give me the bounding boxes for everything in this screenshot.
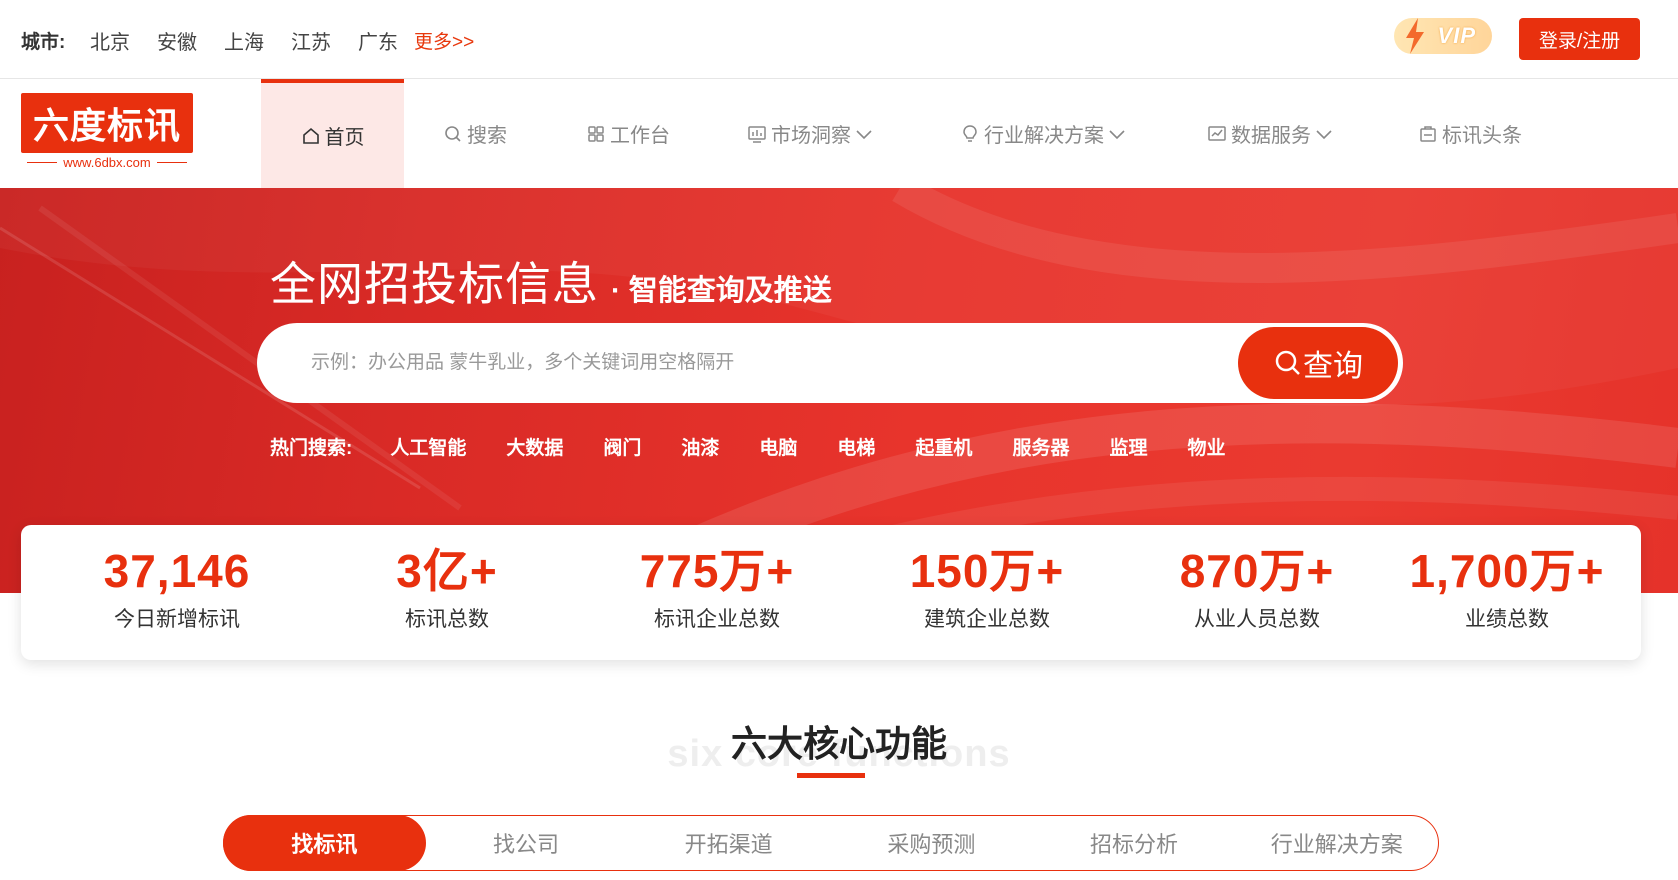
search-button-label: 查询 bbox=[1303, 350, 1363, 383]
hero-title-main: 全网招投标信息 bbox=[270, 258, 599, 310]
chart-icon bbox=[1208, 125, 1226, 141]
top-bar: 城市: 北京 安徽 上海 江苏 广东 更多>> VIP 登录/注册 bbox=[0, 0, 1678, 79]
search-icon bbox=[1275, 350, 1300, 375]
stat-item: 775万+ 标讯企业总数 bbox=[582, 543, 852, 633]
hero-title-sub: · 智能查询及推送 bbox=[611, 275, 832, 307]
stat-item: 870万+ 从业人员总数 bbox=[1122, 543, 1392, 633]
hot-keyword[interactable]: 油漆 bbox=[681, 433, 719, 460]
search-icon bbox=[445, 125, 461, 142]
stat-item: 1,700万+ 业绩总数 bbox=[1372, 543, 1642, 633]
tab-industry-solutions[interactable]: 行业解决方案 bbox=[1235, 816, 1438, 870]
hot-keyword[interactable]: 人工智能 bbox=[390, 433, 466, 460]
city-link-shanghai[interactable]: 上海 bbox=[224, 26, 264, 55]
stat-value: 3亿+ bbox=[396, 545, 498, 597]
city-list: 北京 安徽 上海 江苏 广东 bbox=[90, 26, 425, 55]
section-title-underline bbox=[797, 773, 865, 778]
nav-label-workbench: 工作台 bbox=[610, 125, 670, 147]
tab-procurement-forecast[interactable]: 采购预测 bbox=[830, 816, 1033, 870]
logo-mark: 六度标讯 bbox=[21, 93, 193, 153]
nav-label-home: 首页 bbox=[324, 127, 365, 149]
hot-keyword[interactable]: 服务器 bbox=[1012, 433, 1069, 460]
stat-item: 150万+ 建筑企业总数 bbox=[852, 543, 1122, 633]
stat-label: 业绩总数 bbox=[1465, 608, 1549, 631]
hot-keyword[interactable]: 监理 bbox=[1109, 433, 1147, 460]
logo-url: www.6dbx.com bbox=[21, 155, 193, 170]
city-link-guangdong[interactable]: 广东 bbox=[358, 26, 398, 55]
bulb-icon bbox=[963, 124, 977, 142]
login-register-button[interactable]: 登录/注册 bbox=[1519, 18, 1640, 60]
stat-value: 1,700万+ bbox=[1409, 545, 1605, 597]
search-button[interactable]: 查询 bbox=[1238, 327, 1398, 399]
feature-tabs: 找标讯 找公司 开拓渠道 采购预测 招标分析 行业解决方案 bbox=[223, 815, 1439, 871]
hero-title: 全网招投标信息 · 智能查询及推送 bbox=[270, 248, 832, 314]
stat-label: 标讯总数 bbox=[405, 608, 489, 631]
nav-item-search[interactable]: 搜索 bbox=[443, 79, 507, 188]
nav-label-search: 搜索 bbox=[467, 125, 507, 147]
section-title: 六大核心功能 bbox=[730, 723, 947, 764]
tab-bid-analysis[interactable]: 招标分析 bbox=[1033, 816, 1236, 870]
city-link-jiangsu[interactable]: 江苏 bbox=[291, 26, 331, 55]
tab-channels[interactable]: 开拓渠道 bbox=[627, 816, 830, 870]
home-icon bbox=[302, 127, 319, 144]
tab-find-companies[interactable]: 找公司 bbox=[425, 816, 628, 870]
chevron-down-icon bbox=[856, 129, 872, 139]
city-label: 城市: bbox=[21, 32, 66, 53]
stat-label: 建筑企业总数 bbox=[924, 608, 1050, 631]
hot-keyword[interactable]: 电梯 bbox=[837, 433, 875, 460]
main-nav: 六度标讯 www.6dbx.com 首页 搜索 工作台 市场洞察 行业解决方案 … bbox=[0, 79, 1678, 188]
stat-item: 37,146 今日新增标讯 bbox=[42, 543, 312, 633]
chevron-down-icon bbox=[1109, 129, 1125, 139]
nav-label-market-insight: 市场洞察 bbox=[771, 125, 851, 147]
stat-label: 标讯企业总数 bbox=[654, 608, 780, 631]
hot-searches: 热门搜索: 人工智能 大数据 阀门 油漆 电脑 电梯 起重机 服务器 监理 物业 bbox=[270, 433, 1265, 460]
stat-value: 775万+ bbox=[639, 545, 795, 597]
stat-value: 870万+ bbox=[1179, 545, 1335, 597]
nav-label-headlines: 标讯头条 bbox=[1442, 125, 1522, 147]
stat-value: 150万+ bbox=[909, 545, 1065, 597]
nav-item-headlines[interactable]: 标讯头条 bbox=[1418, 79, 1522, 188]
hot-keyword[interactable]: 起重机 bbox=[915, 433, 972, 460]
grid-icon bbox=[588, 125, 604, 142]
city-link-beijing[interactable]: 北京 bbox=[90, 26, 130, 55]
hot-keyword[interactable]: 大数据 bbox=[506, 433, 563, 460]
chevron-down-icon bbox=[1316, 129, 1332, 139]
site-logo[interactable]: 六度标讯 www.6dbx.com bbox=[21, 93, 193, 175]
search-input[interactable] bbox=[311, 323, 1171, 403]
hot-keyword[interactable]: 物业 bbox=[1187, 433, 1225, 460]
lightning-icon bbox=[1406, 18, 1424, 54]
nav-item-market-insight[interactable]: 市场洞察 bbox=[747, 79, 877, 188]
stat-label: 今日新增标讯 bbox=[114, 608, 240, 631]
logo-text: 六度标讯 bbox=[32, 106, 181, 147]
tab-find-bids[interactable]: 找标讯 bbox=[223, 815, 426, 871]
nav-item-industry-solutions[interactable]: 行业解决方案 bbox=[960, 79, 1130, 188]
hot-keyword[interactable]: 电脑 bbox=[759, 433, 797, 460]
nav-item-data-services[interactable]: 数据服务 bbox=[1207, 79, 1337, 188]
hot-search-label: 热门搜索: bbox=[270, 438, 353, 459]
stat-item: 3亿+ 标讯总数 bbox=[312, 543, 582, 633]
city-more-link[interactable]: 更多>> bbox=[414, 27, 474, 54]
vip-label: VIP bbox=[1437, 23, 1476, 48]
city-link-anhui[interactable]: 安徽 bbox=[157, 26, 197, 55]
nav-item-home[interactable]: 首页 bbox=[261, 79, 404, 188]
hot-keyword[interactable]: 阀门 bbox=[603, 433, 641, 460]
nav-label-industry-solutions: 行业解决方案 bbox=[984, 125, 1104, 147]
nav-item-workbench[interactable]: 工作台 bbox=[586, 79, 670, 188]
logo-url-text: www.6dbx.com bbox=[63, 155, 151, 170]
vip-badge[interactable]: VIP bbox=[1394, 18, 1492, 54]
stats-card: 37,146 今日新增标讯 3亿+ 标讯总数 775万+ 标讯企业总数 150万… bbox=[21, 525, 1641, 660]
monitor-icon bbox=[748, 125, 766, 143]
nav-label-data-services: 数据服务 bbox=[1231, 125, 1311, 147]
search-bar: 查询 bbox=[257, 323, 1403, 403]
stat-value: 37,146 bbox=[103, 545, 251, 597]
stat-label: 从业人员总数 bbox=[1194, 608, 1320, 631]
news-icon bbox=[1420, 125, 1436, 142]
